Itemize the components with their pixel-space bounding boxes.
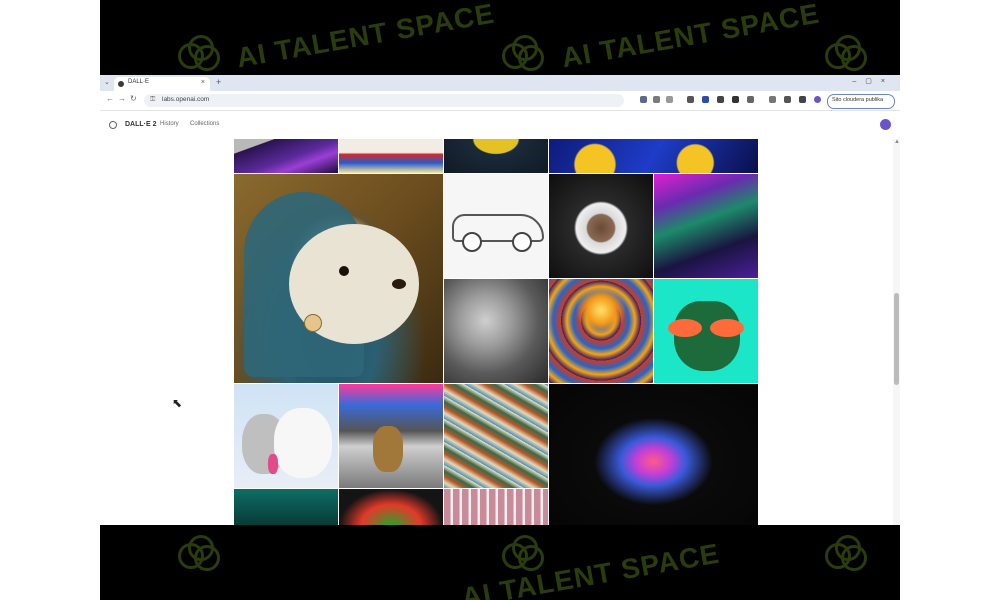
openai-logo-icon[interactable] [109, 121, 117, 129]
gallery-image[interactable] [549, 139, 758, 173]
side-panel-icon[interactable] [799, 96, 806, 103]
watermark-text: AI TALENT SPACE [459, 537, 722, 600]
left-pillarbox [0, 0, 100, 600]
gallery-image[interactable] [234, 174, 443, 383]
extension-icon[interactable] [747, 96, 754, 103]
gallery-image[interactable] [234, 139, 338, 173]
new-tab-button[interactable]: + [216, 77, 221, 87]
extensions-puzzle-icon[interactable] [784, 96, 791, 103]
clover-logo-icon [502, 35, 544, 71]
gallery-image[interactable] [444, 384, 548, 488]
gallery-image[interactable] [549, 279, 653, 383]
scroll-up-icon[interactable]: ▲ [894, 139, 900, 145]
profile-icon[interactable] [814, 96, 821, 103]
browser-tab[interactable]: DALL·E × [114, 77, 210, 91]
clover-logo-icon [825, 535, 867, 571]
right-pillarbox [900, 0, 1000, 600]
gallery-image[interactable] [549, 384, 758, 525]
extension-icon[interactable] [717, 96, 724, 103]
clover-logo-icon [502, 535, 544, 571]
extension-icon[interactable] [702, 96, 709, 103]
bookmark-star-icon[interactable] [666, 96, 673, 103]
clover-logo-icon [178, 535, 220, 571]
gallery-image[interactable] [234, 489, 338, 525]
lock-icon: ⚿ [150, 96, 156, 103]
gallery-image[interactable] [339, 139, 443, 173]
gallery-image[interactable] [444, 279, 548, 383]
window-controls[interactable]: –▢× [852, 77, 894, 85]
clover-logo-icon [178, 35, 220, 71]
tab-search-icon[interactable]: ⌄ [104, 78, 110, 86]
nav-history-link[interactable]: History [160, 121, 179, 127]
gallery-image[interactable] [444, 139, 548, 173]
gallery-image[interactable] [339, 489, 443, 525]
extension-icon[interactable] [687, 96, 694, 103]
user-avatar[interactable] [880, 119, 891, 130]
gallery-image[interactable] [654, 174, 758, 278]
url-text[interactable]: labs.openai.com [162, 96, 209, 103]
extension-icon[interactable] [732, 96, 739, 103]
back-icon[interactable]: ← [106, 94, 114, 103]
reload-icon[interactable]: ↻ [130, 94, 137, 103]
gallery-image[interactable] [444, 489, 548, 525]
tab-title: DALL·E [128, 79, 150, 85]
forward-icon[interactable]: → [118, 94, 126, 103]
watermark-text: AI TALENT SPACE [559, 0, 822, 74]
mouse-cursor-icon: ⬉ [172, 396, 183, 410]
app-name[interactable]: DALL·E 2 [125, 121, 157, 128]
dalle-favicon-icon [118, 81, 124, 87]
gallery-image[interactable] [549, 174, 653, 278]
profile-label: Sito cloudera publika [832, 97, 884, 103]
close-tab-icon[interactable]: × [201, 79, 205, 86]
browser-screen: ⌄ DALL·E × + –▢× ← → ↻ ⚿ labs.openai.com [100, 75, 900, 525]
profile-pill[interactable]: Sito cloudera publika [827, 94, 895, 109]
watermark-text: AI TALENT SPACE [234, 0, 497, 74]
image-gallery [234, 139, 759, 525]
nav-collections-link[interactable]: Collections [190, 121, 219, 127]
browser-toolbar: ← → ↻ ⚿ labs.openai.com Sito cloudera pu… [100, 91, 900, 111]
extension-icon[interactable] [640, 96, 647, 103]
gallery-image[interactable] [234, 384, 338, 488]
download-icon[interactable] [769, 96, 776, 103]
extension-icon[interactable] [653, 96, 660, 103]
clover-logo-icon [825, 35, 867, 71]
address-bar[interactable]: ⚿ labs.openai.com [144, 94, 624, 107]
gallery-image[interactable] [654, 279, 758, 383]
gallery-image[interactable] [339, 384, 443, 488]
scrollbar-thumb[interactable] [894, 293, 899, 385]
video-frame: AI TALENT SPACE AI TALENT SPACE AI TALEN… [100, 0, 900, 600]
gallery-image[interactable] [444, 174, 548, 278]
tab-strip: ⌄ DALL·E × + –▢× [100, 75, 900, 91]
app-header: DALL·E 2 History Collections [100, 111, 900, 139]
